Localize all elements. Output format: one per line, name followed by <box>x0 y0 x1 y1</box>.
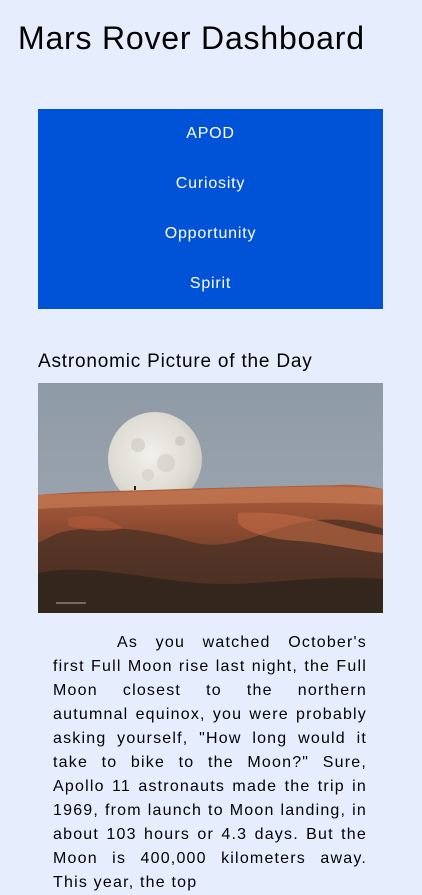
page-title: Mars Rover Dashboard <box>18 20 365 56</box>
nav-item-apod[interactable]: APOD <box>38 109 383 159</box>
rover-nav-menu: APOD Curiosity Opportunity Spirit <box>38 109 383 309</box>
apod-description: As you watched October's first Full Moon… <box>53 634 367 891</box>
nav-item-opportunity[interactable]: Opportunity <box>38 209 383 259</box>
nav-item-spirit[interactable]: Spirit <box>38 259 383 309</box>
apod-heading: Astronomic Picture of the Day <box>38 351 313 372</box>
nav-item-curiosity[interactable]: Curiosity <box>38 159 383 209</box>
apod-image <box>38 383 383 613</box>
